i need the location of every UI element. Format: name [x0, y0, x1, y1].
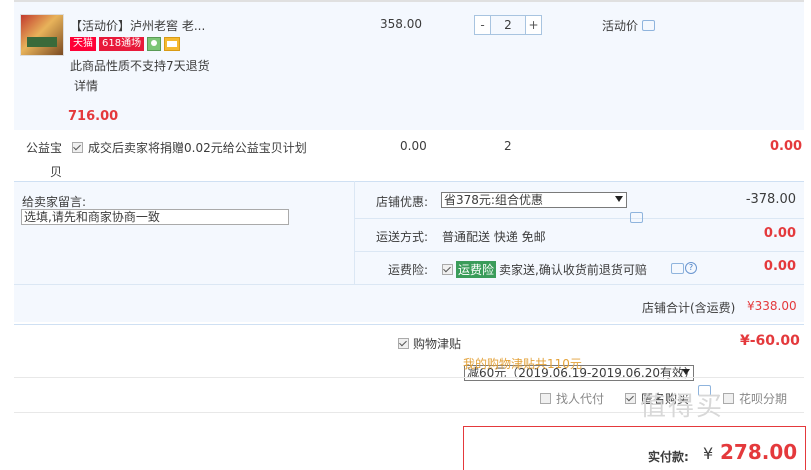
- green-service-icon: [147, 37, 162, 51]
- product-thumbnail[interactable]: [20, 14, 64, 56]
- freight-insurance-checkbox[interactable]: [442, 264, 453, 275]
- anonymous-checkbox[interactable]: [625, 393, 636, 404]
- event-badge: 618通场: [99, 37, 145, 51]
- shipping-amount: 0.00: [763, 226, 796, 241]
- huabei-checkbox[interactable]: [723, 393, 734, 404]
- charity-label: 公益宝: [26, 141, 63, 155]
- freight-insurance-tag: 运费险: [456, 261, 497, 278]
- huabei-label: 花呗分期: [739, 392, 788, 406]
- quantity-stepper: - 2 +: [474, 15, 542, 35]
- chat-bubble-icon[interactable]: [671, 262, 684, 274]
- proxy-pay-option: 找人代付: [540, 390, 604, 407]
- payment-label: 实付款:: [648, 450, 689, 464]
- shop-discount-label: 店铺优惠:: [375, 195, 428, 209]
- freight-insurance-help: ?: [671, 262, 697, 274]
- watermark: 值得买: [640, 392, 725, 422]
- freight-insurance-label: 运费险:: [387, 263, 428, 277]
- freight-insurance-amount: 0.00: [763, 259, 796, 274]
- row-divider: [355, 218, 804, 219]
- charity-label-cont: 贝: [50, 165, 63, 179]
- chevron-down-icon: [615, 196, 623, 202]
- section-divider: [14, 377, 804, 378]
- charity-text: 成交后卖家将捐赠0.02元给公益宝贝计划: [88, 141, 307, 155]
- shipping-label: 运送方式:: [375, 230, 428, 244]
- section-divider: [14, 324, 804, 325]
- increase-button[interactable]: +: [525, 15, 542, 35]
- subsidy-amount: ¥-60.00: [740, 333, 800, 349]
- shop-discount-value: 省378元:组合优惠: [444, 193, 543, 207]
- help-icon[interactable]: ?: [685, 262, 697, 274]
- decrease-button[interactable]: -: [474, 15, 491, 35]
- subsidy-note: 我的购物津贴共110元: [463, 357, 582, 371]
- item-subtotal: 716.00: [68, 109, 119, 124]
- charity-option: 成交后卖家将捐赠0.02元给公益宝贝计划: [72, 139, 307, 156]
- promo-info: 活动价: [602, 17, 656, 34]
- tmall-badge: 天猫: [70, 37, 96, 51]
- shipping-value: 普通配送 快递 免邮: [442, 230, 546, 244]
- chevron-down-icon: [682, 369, 690, 375]
- shop-total-amount: ¥338.00: [747, 299, 797, 313]
- shop-total-label: 店铺合计(含运费): [642, 301, 736, 315]
- huabei-option: 花呗分期: [723, 390, 787, 407]
- proxy-pay-checkbox[interactable]: [540, 393, 551, 404]
- message-input[interactable]: 选填,请先和商家协商一致: [21, 209, 289, 225]
- payment-currency: ¥: [703, 444, 714, 463]
- subsidy-label: 购物津贴: [413, 337, 462, 351]
- card-payment-icon: [164, 37, 181, 51]
- subsidy-option: 购物津贴: [398, 335, 461, 352]
- payment-amount: 278.00: [720, 440, 798, 464]
- proxy-pay-label: 找人代付: [556, 392, 605, 406]
- subsidy-checkbox[interactable]: [398, 338, 409, 349]
- product-title[interactable]: 【活动价】泸州老窖 老...: [70, 17, 210, 34]
- promo-label: 活动价: [602, 19, 639, 33]
- freight-insurance-option: 运费险 卖家送,确认收货前退货可赔: [442, 261, 647, 278]
- product-badges: 天猫 618通场: [70, 36, 181, 52]
- row-divider: [14, 284, 804, 285]
- charity-price: 0.00: [400, 139, 427, 153]
- detail-link[interactable]: 详情: [74, 77, 98, 94]
- chat-bubble-icon[interactable]: [630, 212, 643, 223]
- shop-discount-select[interactable]: 省378元:组合优惠: [441, 192, 627, 208]
- charity-sum: 0.00: [770, 139, 803, 154]
- row-divider: [355, 251, 804, 252]
- return-notice: 此商品性质不支持7天退货: [70, 59, 210, 73]
- message-label: 给卖家留言:: [22, 195, 87, 209]
- quantity-input[interactable]: 2: [491, 15, 525, 35]
- chat-bubble-icon[interactable]: [642, 20, 656, 31]
- charity-checkbox[interactable]: [72, 142, 83, 153]
- unit-price: 358.00: [380, 17, 422, 31]
- charity-qty: 2: [504, 139, 512, 153]
- shop-discount-amount: -378.00: [745, 192, 796, 207]
- freight-insurance-text: 卖家送,确认收货前退货可赔: [499, 263, 647, 277]
- panel-divider: [354, 181, 355, 284]
